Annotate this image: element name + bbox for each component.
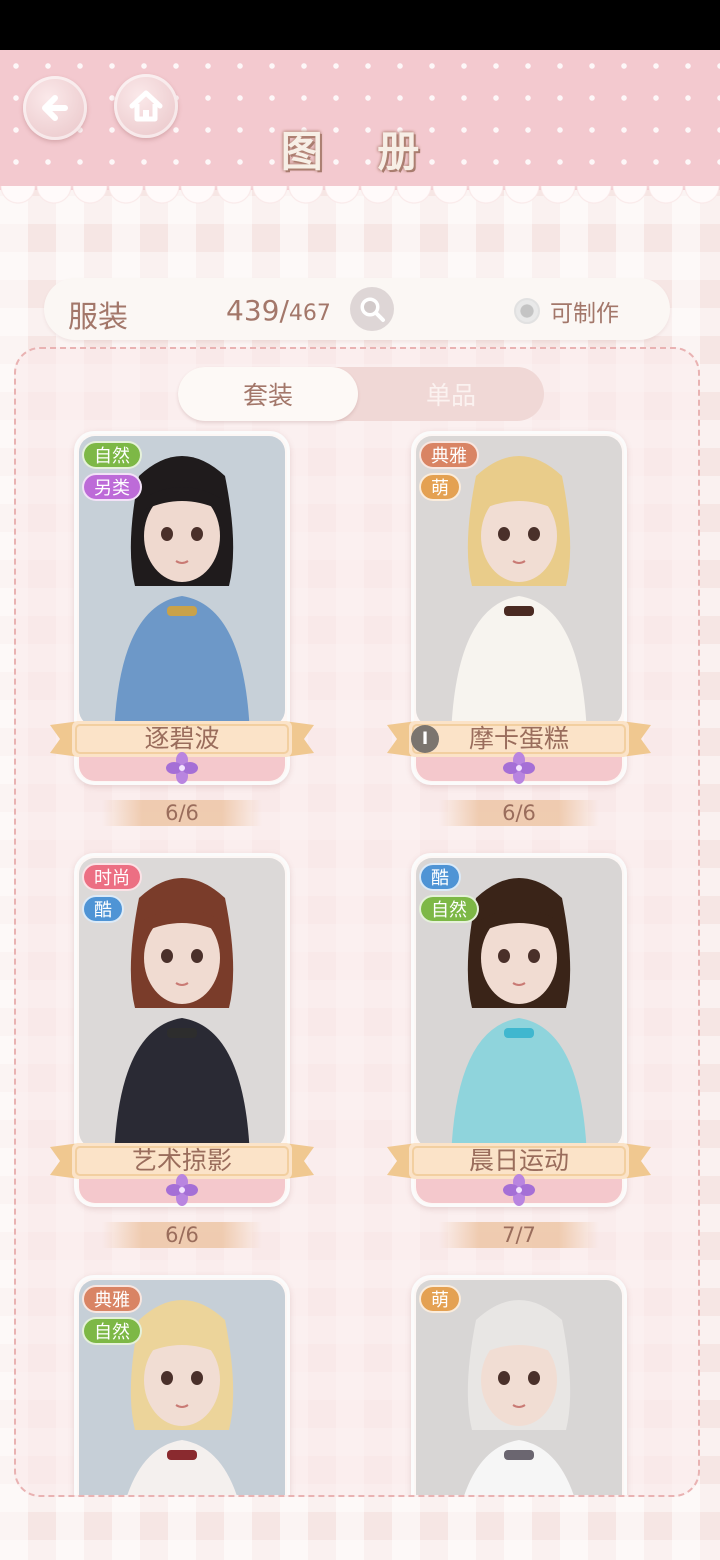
craftable-filter[interactable]: 可制作	[514, 294, 619, 328]
lace-border	[0, 186, 720, 226]
outfit-card[interactable]: 典雅萌 I 摩卡蛋糕	[387, 431, 651, 785]
style-tag: 自然	[82, 441, 142, 469]
tab-switcher: 套装 单品	[178, 367, 544, 421]
style-tag: 酷	[419, 863, 461, 891]
style-tag: 典雅	[82, 1285, 142, 1313]
category-label: 服装	[68, 300, 128, 335]
style-tag: 萌	[419, 473, 461, 501]
style-tag: 酷	[82, 895, 124, 923]
outfit-card[interactable]: 萌	[411, 1275, 627, 1495]
style-tag: 时尚	[82, 863, 142, 891]
outfit-panel: 套装 单品 自然 另类 逐碧波 6/6 典雅萌 I 摩卡蛋糕 6/6 时尚酷艺术掠影 6/6 酷自然…	[14, 347, 700, 1497]
flower-icon	[165, 1173, 199, 1207]
outfit-card[interactable]: 自然 另类 逐碧波	[50, 431, 314, 785]
outfit-card[interactable]: 酷自然 晨日运动	[387, 853, 651, 1207]
page-title: 图 册	[280, 127, 440, 176]
collection-progress: 7/7	[439, 1222, 599, 1248]
style-tag: 萌	[419, 1285, 461, 1313]
craftable-radio[interactable]	[514, 298, 540, 324]
tab-set[interactable]: 套装	[178, 367, 358, 421]
outfit-card[interactable]: 时尚酷艺术掠影	[50, 853, 314, 1207]
outfit-card[interactable]: 典雅 自然	[74, 1275, 290, 1495]
flower-icon	[165, 751, 199, 785]
craftable-label: 可制作	[550, 301, 619, 327]
style-tag: 另类	[82, 473, 142, 501]
collected-count: 439	[226, 294, 280, 327]
collection-info-bar: 服装 439/467 可制作	[44, 278, 670, 340]
collection-progress: 6/6	[439, 800, 599, 826]
style-tag: 典雅	[419, 441, 479, 469]
style-tag: 自然	[419, 895, 479, 923]
magnifier-icon	[360, 297, 385, 322]
style-tag: 自然	[82, 1317, 142, 1345]
collection-progress: 6/6	[102, 800, 262, 826]
total-count: 467	[288, 301, 331, 326]
status-bar	[0, 0, 720, 50]
collection-count: 439/467	[226, 294, 331, 327]
collection-progress: 6/6	[102, 1222, 262, 1248]
search-button[interactable]	[350, 287, 394, 331]
flower-icon	[502, 751, 536, 785]
flower-icon	[502, 1173, 536, 1207]
tab-single[interactable]: 单品	[358, 367, 544, 421]
